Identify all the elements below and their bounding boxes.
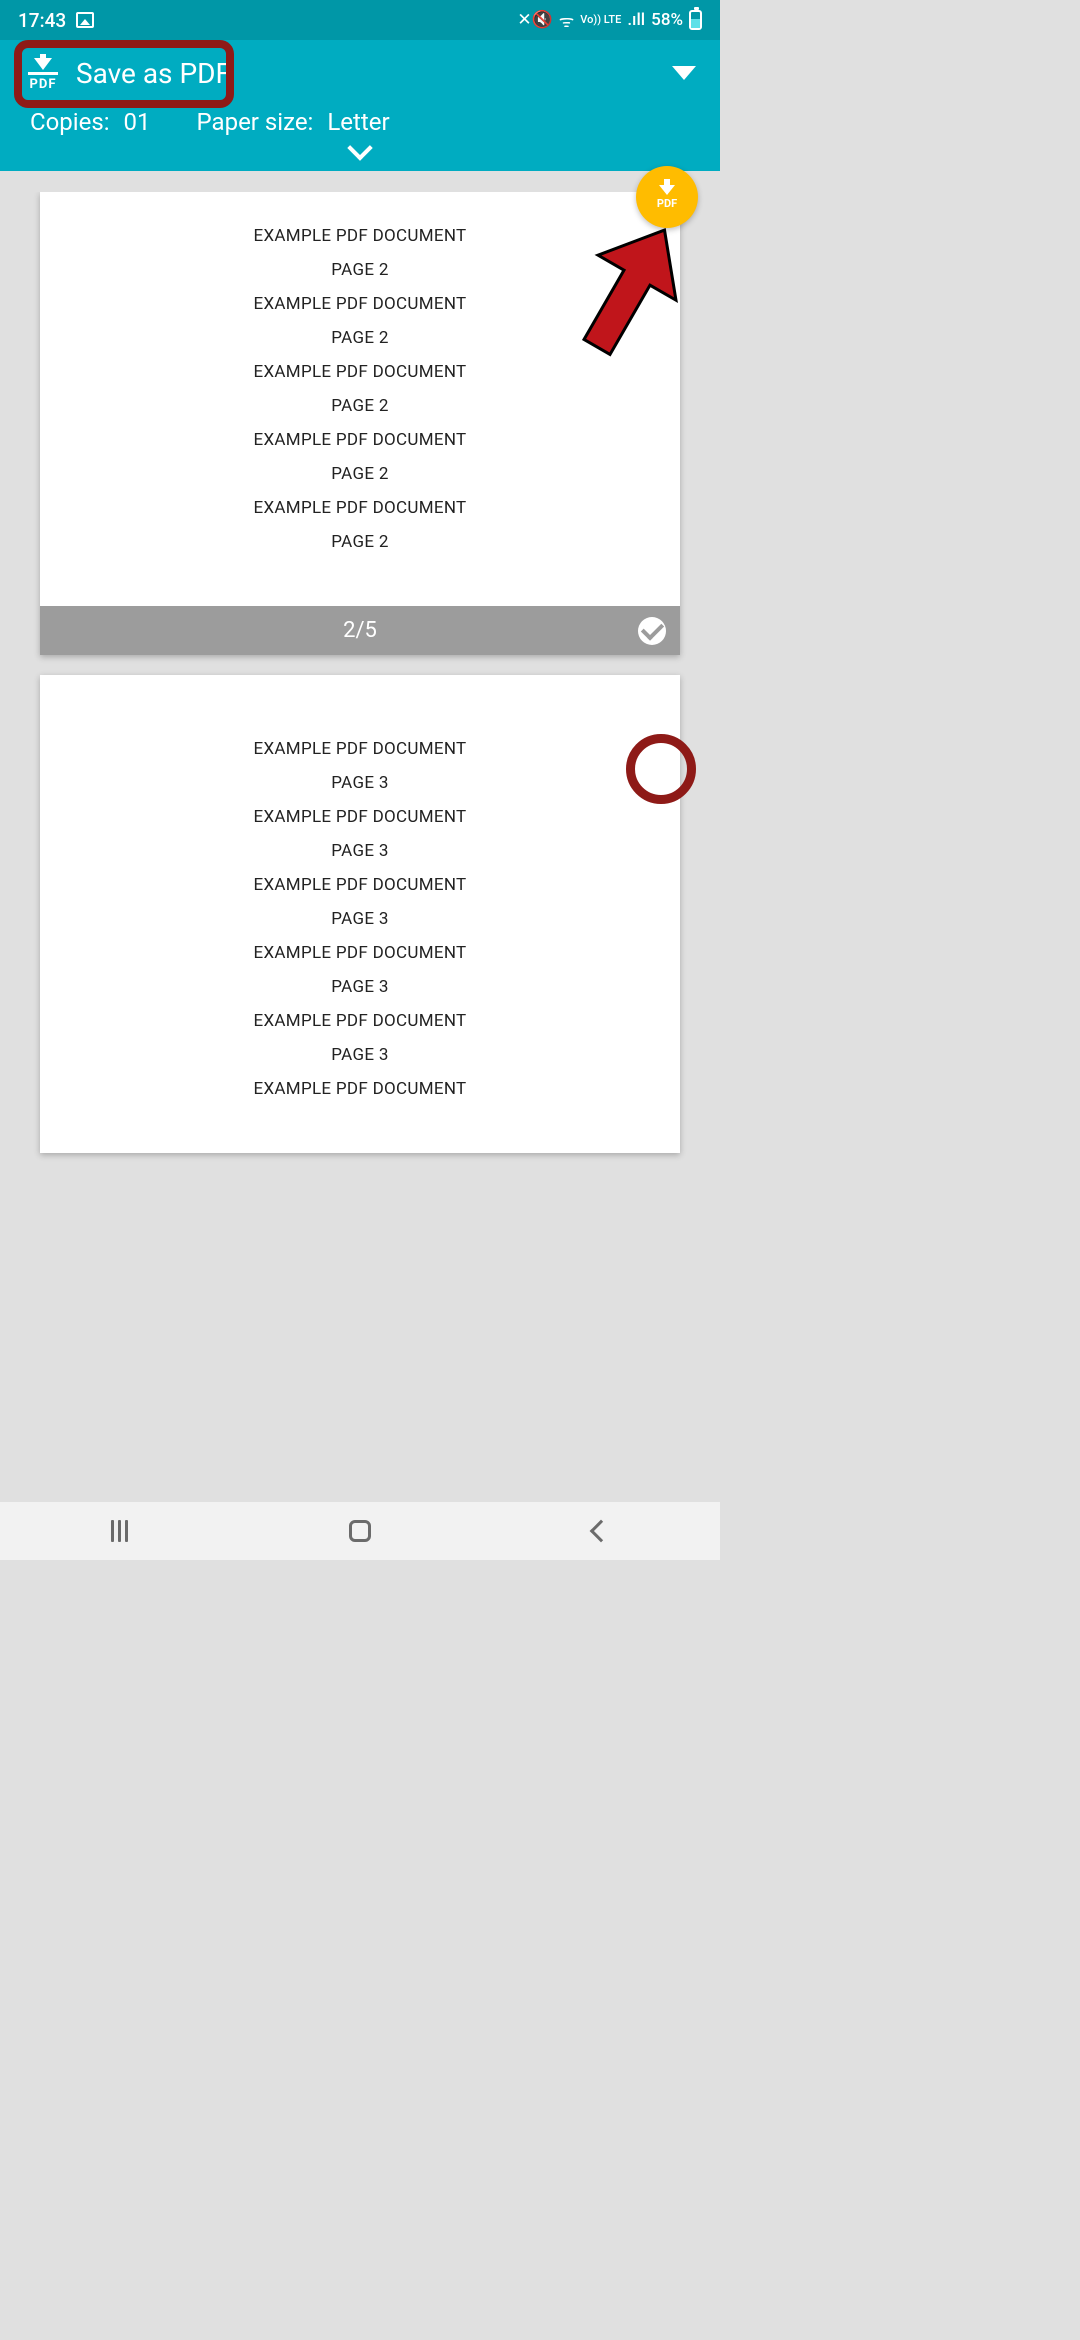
download-icon bbox=[659, 185, 675, 195]
document-text-line: PAGE 3 bbox=[50, 1045, 670, 1065]
signal-icon: .ıll bbox=[627, 10, 645, 30]
document-text-line: EXAMPLE PDF DOCUMENT bbox=[50, 807, 670, 827]
network-label: Vo)) LTE bbox=[580, 15, 621, 25]
document-text-line: EXAMPLE PDF DOCUMENT bbox=[50, 1079, 670, 1099]
page-counter-bar: 2/5 bbox=[40, 606, 680, 655]
nav-recents-button[interactable] bbox=[111, 1520, 128, 1542]
printer-destination-selector[interactable]: PDF Save as PDF bbox=[18, 48, 241, 98]
print-header: PDF Save as PDF Copies: 01 Paper size: L… bbox=[0, 40, 720, 171]
document-text-line: EXAMPLE PDF DOCUMENT bbox=[50, 739, 670, 759]
page-counter: 2/5 bbox=[343, 618, 377, 643]
document-text-line: EXAMPLE PDF DOCUMENT bbox=[50, 226, 670, 246]
document-text-line: EXAMPLE PDF DOCUMENT bbox=[50, 498, 670, 518]
fab-label: PDF bbox=[657, 197, 677, 210]
pdf-download-icon: PDF bbox=[28, 54, 58, 92]
save-pdf-fab[interactable]: PDF bbox=[636, 166, 698, 228]
document-text-line: PAGE 3 bbox=[50, 977, 670, 997]
preview-page-3[interactable]: EXAMPLE PDF DOCUMENT PAGE 3 EXAMPLE PDF DO… bbox=[40, 675, 680, 1153]
nav-home-button[interactable] bbox=[349, 1520, 371, 1542]
destination-dropdown-icon[interactable] bbox=[672, 66, 696, 80]
battery-icon bbox=[689, 10, 702, 30]
status-time: 17:43 bbox=[18, 9, 66, 32]
page-preview-scroll[interactable]: EXAMPLE PDF DOCUMENT PAGE 2 EXAMPLE PDF DO… bbox=[0, 192, 720, 1153]
battery-percent: 58% bbox=[651, 10, 683, 30]
document-text-line: PAGE 3 bbox=[50, 841, 670, 861]
document-text-line: PAGE 2 bbox=[50, 532, 670, 552]
document-text-line: PAGE 2 bbox=[50, 260, 670, 280]
copies-label: Copies: bbox=[30, 108, 110, 136]
wifi-icon: ᯤ bbox=[559, 9, 575, 32]
page-selected-check-icon[interactable] bbox=[638, 617, 666, 645]
preview-page-2[interactable]: EXAMPLE PDF DOCUMENT PAGE 2 EXAMPLE PDF DO… bbox=[40, 192, 680, 655]
document-text-line: PAGE 2 bbox=[50, 328, 670, 348]
document-text-line: EXAMPLE PDF DOCUMENT bbox=[50, 294, 670, 314]
copies-value[interactable]: 01 bbox=[124, 108, 151, 136]
expand-options-icon[interactable] bbox=[347, 135, 372, 160]
document-text-line: EXAMPLE PDF DOCUMENT bbox=[50, 943, 670, 963]
document-text-line: EXAMPLE PDF DOCUMENT bbox=[50, 362, 670, 382]
screenshot-icon bbox=[76, 12, 94, 28]
system-nav-bar bbox=[0, 1502, 720, 1560]
document-text-line: PAGE 3 bbox=[50, 773, 670, 793]
document-text-line: EXAMPLE PDF DOCUMENT bbox=[50, 875, 670, 895]
paper-size-value[interactable]: Letter bbox=[327, 108, 389, 136]
document-text-line: PAGE 3 bbox=[50, 909, 670, 929]
status-bar: 17:43 ✕🔇 ᯤ Vo)) LTE .ıll 58% bbox=[0, 0, 720, 40]
document-text-line: EXAMPLE PDF DOCUMENT bbox=[50, 430, 670, 450]
print-options-row: Copies: 01 Paper size: Letter bbox=[0, 102, 720, 136]
save-as-pdf-label: Save as PDF bbox=[76, 57, 231, 90]
nav-back-button[interactable] bbox=[590, 1520, 613, 1543]
paper-size-label: Paper size: bbox=[197, 108, 314, 136]
document-text-line: PAGE 2 bbox=[50, 396, 670, 416]
document-text-line: EXAMPLE PDF DOCUMENT bbox=[50, 1011, 670, 1031]
mute-icon: ✕🔇 bbox=[517, 10, 552, 30]
document-text-line: PAGE 2 bbox=[50, 464, 670, 484]
